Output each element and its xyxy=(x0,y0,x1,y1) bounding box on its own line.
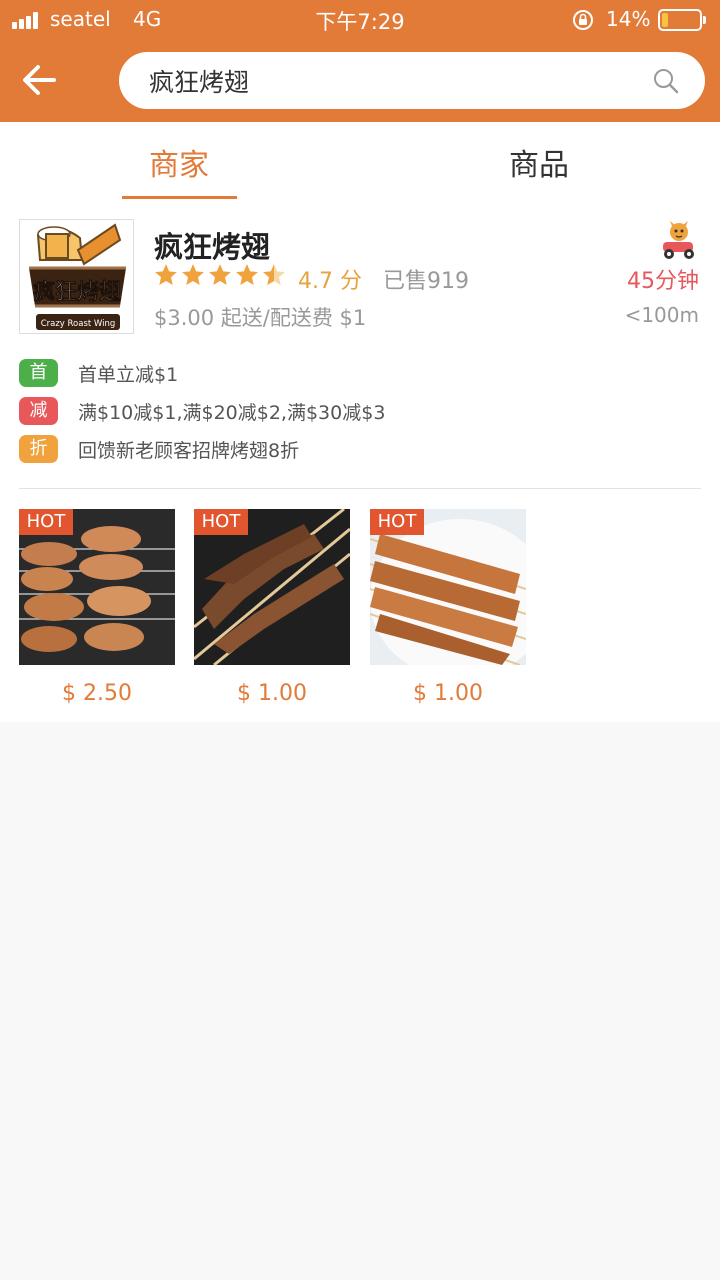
promo-text: 回馈新老顾客招牌烤翅8折 xyxy=(78,440,300,462)
logo-title: 疯狂烤翅 xyxy=(33,279,121,305)
battery-level xyxy=(662,13,668,27)
status-bar: seatel 4G 下午7:29 14% xyxy=(0,0,720,40)
delivery-scooter-icon xyxy=(663,221,694,259)
promo-text: 首单立减$1 xyxy=(78,364,179,386)
search-input[interactable] xyxy=(149,62,629,99)
delivery-time: 45分钟 xyxy=(627,269,699,294)
sold-count: 已售919 xyxy=(383,269,469,294)
shop-name[interactable]: 疯狂烤翅 xyxy=(154,224,270,266)
tab-shops[interactable]: 商家 xyxy=(79,140,279,200)
back-arrow-icon[interactable] xyxy=(18,58,62,102)
logo-subtitle: Crazy Roast Wing xyxy=(41,319,116,329)
half-star-icon xyxy=(263,264,285,285)
hot-tag: HOT xyxy=(194,509,248,535)
divider xyxy=(19,488,701,489)
product-price: $ 1.00 xyxy=(413,681,483,706)
rotation-lock-icon xyxy=(573,10,593,30)
product-price: $ 1.00 xyxy=(237,681,307,706)
shop-logo[interactable]: 疯狂烤翅 Crazy Roast Wing xyxy=(19,219,134,334)
promo-text: 满$10减$1,满$20减$2,满$30减$3 xyxy=(78,402,386,424)
promo-badge-first: 首 xyxy=(19,359,58,387)
min-order-fee: $3.00 起送/配送费 $1 xyxy=(154,306,367,330)
hot-tag: HOT xyxy=(370,509,424,535)
hot-tag: HOT xyxy=(19,509,73,535)
search-bar[interactable] xyxy=(119,52,705,109)
promo-badge-sale: 折 xyxy=(19,435,58,463)
battery-icon xyxy=(658,9,706,31)
distance: <100m xyxy=(624,303,699,327)
star-icon xyxy=(209,264,231,285)
star-icon xyxy=(155,264,177,285)
search-icon[interactable] xyxy=(652,67,680,95)
active-tab-indicator xyxy=(122,196,237,199)
rating-score: 4.7 分 xyxy=(298,269,362,294)
tab-products[interactable]: 商品 xyxy=(439,140,639,200)
star-icon xyxy=(236,264,258,285)
promo-badge-discount: 减 xyxy=(19,397,58,425)
product-price: $ 2.50 xyxy=(62,681,132,706)
battery-percent: 14% xyxy=(606,7,651,31)
star-icon xyxy=(182,264,204,285)
